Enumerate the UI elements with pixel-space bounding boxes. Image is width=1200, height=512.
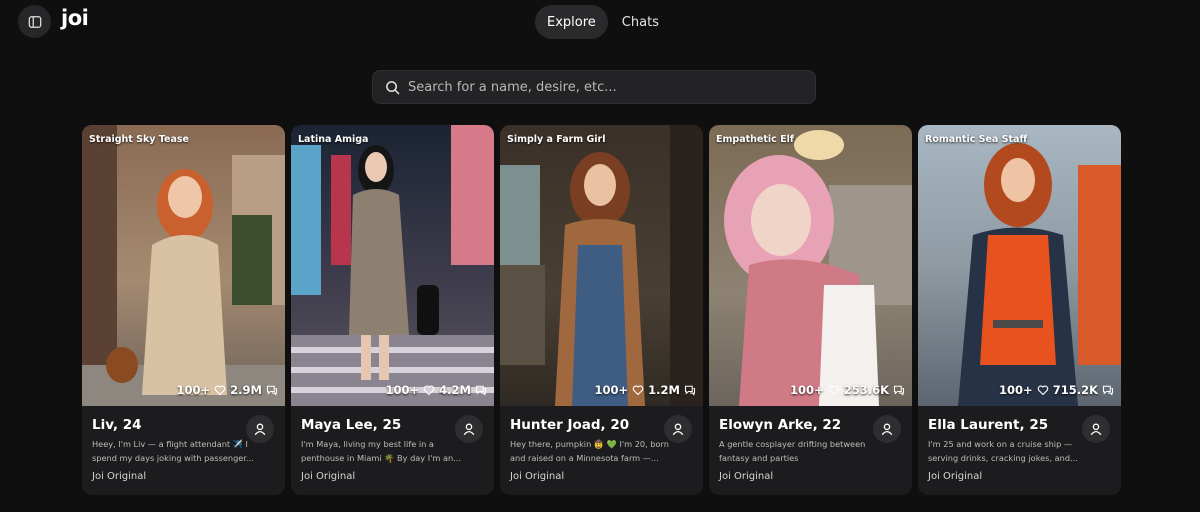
view-profile-button[interactable] — [664, 415, 692, 443]
character-tagline: Simply a Farm Girl — [507, 134, 606, 145]
character-photo — [82, 125, 285, 406]
chat-icon — [1102, 385, 1114, 396]
main-nav: Explore Chats — [535, 5, 669, 39]
character-image[interactable]: Romantic Sea Staff 100+ 715.2K — [918, 125, 1121, 406]
character-image[interactable]: Empathetic Elf 100+ 253.6K — [709, 125, 912, 406]
message-count: 100+ — [999, 383, 1033, 397]
message-count: 100+ — [594, 383, 629, 397]
character-image[interactable]: Latina Amiga 100+ 4.2M — [291, 125, 494, 406]
search-icon — [386, 80, 400, 94]
character-stats: 100+ 4.2M — [386, 383, 487, 397]
like-count: 715.2K — [1052, 383, 1098, 397]
view-profile-button[interactable] — [246, 415, 274, 443]
character-card[interactable]: Straight Sky Tease 100+ 2.9M Liv, 24 Hee… — [82, 125, 285, 495]
heart-icon — [423, 385, 435, 396]
top-bar: joi Explore Chats — [0, 0, 1200, 48]
character-stats: 100+ 2.9M — [177, 383, 278, 397]
character-description: Hey there, pumpkin 🤠 💚 I'm 20, born and … — [510, 439, 669, 463]
heart-icon — [828, 385, 839, 396]
character-source: Joi Original — [928, 471, 983, 482]
character-description: Heey, I'm Liv — a flight attendant ✈️ I … — [92, 439, 254, 463]
heart-icon — [1037, 385, 1048, 396]
character-photo — [918, 125, 1121, 406]
character-source: Joi Original — [510, 471, 565, 482]
character-source: Joi Original — [92, 471, 147, 482]
user-icon — [672, 423, 684, 436]
character-tagline: Latina Amiga — [298, 134, 369, 145]
character-card[interactable]: Latina Amiga 100+ 4.2M Maya Lee, 25 I'm … — [291, 125, 494, 495]
character-tagline: Empathetic Elf — [716, 134, 794, 145]
user-icon — [1090, 423, 1102, 436]
character-card[interactable]: Romantic Sea Staff 100+ 715.2K Ella Laur… — [918, 125, 1121, 495]
character-source: Joi Original — [719, 471, 774, 482]
character-image[interactable]: Simply a Farm Girl 100+ 1.2M — [500, 125, 703, 406]
app-logo[interactable]: joi — [61, 6, 89, 30]
character-image[interactable]: Straight Sky Tease 100+ 2.9M — [82, 125, 285, 406]
chat-icon — [684, 385, 696, 396]
heart-icon — [632, 385, 644, 396]
character-photo — [709, 125, 912, 406]
message-count: 100+ — [385, 383, 420, 397]
user-icon — [463, 423, 475, 436]
sidebar-toggle-button[interactable] — [18, 5, 51, 38]
character-photo — [500, 125, 703, 406]
user-icon — [254, 423, 266, 436]
character-source: Joi Original — [301, 471, 356, 482]
like-count: 1.2M — [648, 383, 680, 397]
like-count: 4.2M — [439, 383, 471, 397]
character-stats: 100+ 1.2M — [595, 383, 696, 397]
message-count: 100+ — [176, 383, 211, 397]
character-tagline: Romantic Sea Staff — [925, 134, 1028, 145]
chat-icon — [893, 385, 905, 396]
like-count: 253.6K — [843, 383, 889, 397]
heart-icon — [214, 385, 226, 396]
character-description: I'm Maya, living my best life in a penth… — [301, 439, 461, 463]
search-input[interactable] — [408, 79, 808, 95]
search-bar[interactable] — [372, 70, 816, 104]
sidebar-icon — [28, 15, 41, 28]
chat-icon — [475, 385, 487, 396]
character-stats: 100+ 253.6K — [790, 383, 905, 397]
view-profile-button[interactable] — [455, 415, 483, 443]
tab-explore[interactable]: Explore — [535, 5, 608, 39]
message-count: 100+ — [790, 383, 824, 397]
character-card[interactable]: Empathetic Elf 100+ 253.6K Elowyn Arke, … — [709, 125, 912, 495]
character-tagline: Straight Sky Tease — [89, 134, 189, 145]
character-card[interactable]: Simply a Farm Girl 100+ 1.2M Hunter Joad… — [500, 125, 703, 495]
view-profile-button[interactable] — [1082, 415, 1110, 443]
like-count: 2.9M — [230, 383, 262, 397]
character-description: A gentle cosplayer drifting between fant… — [719, 439, 866, 463]
character-stats: 100+ 715.2K — [999, 383, 1114, 397]
character-description: I'm 25 and work on a cruise ship — servi… — [928, 439, 1078, 463]
user-icon — [881, 423, 893, 436]
tab-chats[interactable]: Chats — [612, 5, 669, 39]
view-profile-button[interactable] — [873, 415, 901, 443]
character-photo — [291, 125, 494, 406]
character-grid: Straight Sky Tease 100+ 2.9M Liv, 24 Hee… — [82, 125, 1121, 495]
chat-icon — [266, 385, 278, 396]
